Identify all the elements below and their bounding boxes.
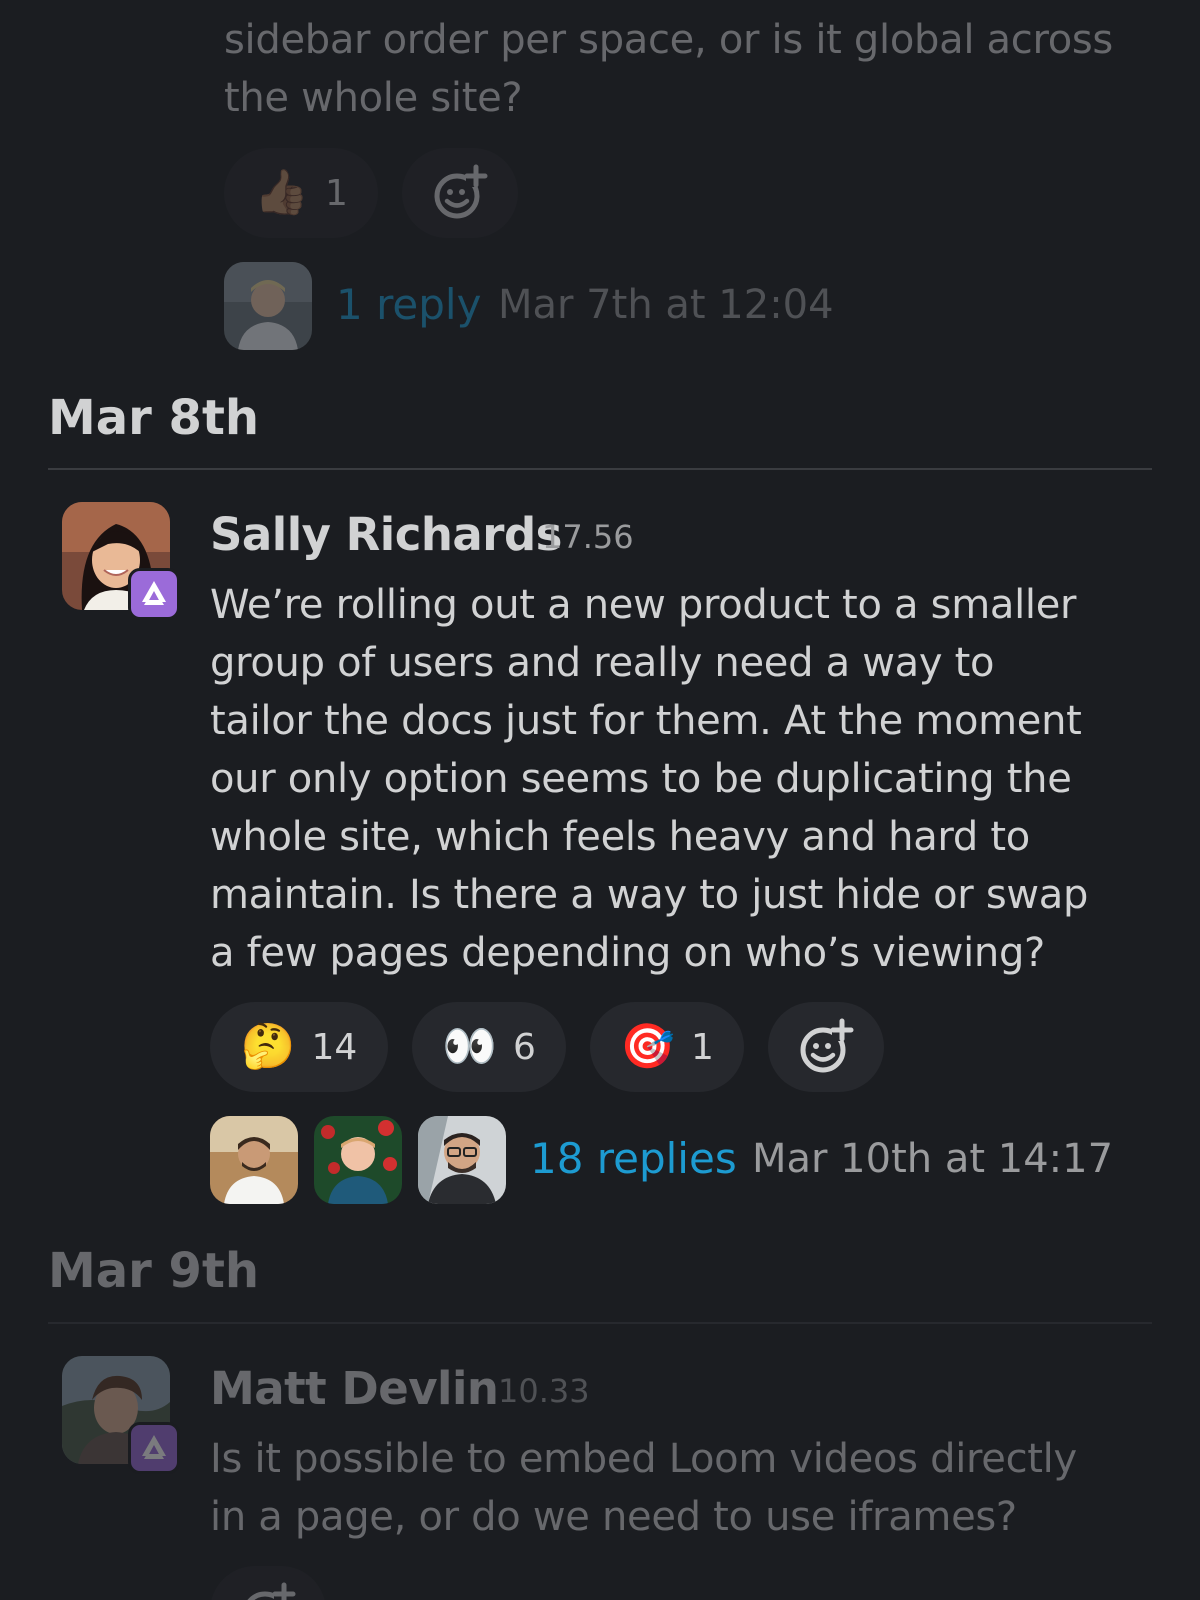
reaction-count: 1 xyxy=(324,172,348,214)
reaction-thinking[interactable]: 🤔 14 xyxy=(210,1002,388,1092)
last-reply-time: Mar 10th at 14:17 xyxy=(752,1136,1114,1182)
message-text-line: whole site, which feels heavy and hard t… xyxy=(210,814,1030,860)
add-reaction-icon xyxy=(800,1018,854,1073)
thread-replies-link[interactable]: 18 replies xyxy=(530,1134,737,1183)
message-timestamp[interactable]: 10.33 xyxy=(498,1372,590,1410)
add-reaction-button[interactable] xyxy=(402,148,518,238)
app-badge-icon xyxy=(128,568,180,620)
message-text-line: maintain. Is there a way to just hide or… xyxy=(210,872,1089,918)
reaction-thumbs-up[interactable]: 👍🏽 1 xyxy=(224,148,378,238)
message-author[interactable]: Sally Richards xyxy=(210,508,562,561)
replier-avatar[interactable] xyxy=(418,1116,506,1204)
reaction-emoji: 👀 xyxy=(442,1021,497,1072)
reaction-emoji: 🎯 xyxy=(620,1021,675,1072)
message-text-line: We’re rolling out a new product to a sma… xyxy=(210,582,1077,628)
message-text-line: Is it possible to embed Loom videos dire… xyxy=(210,1436,1077,1482)
reaction-emoji: 👍🏽 xyxy=(254,167,309,218)
replier-avatar[interactable] xyxy=(224,262,312,350)
add-reaction-button[interactable] xyxy=(210,1566,326,1600)
message-text-line: a few pages depending on who’s viewing? xyxy=(210,930,1045,976)
replier-avatar[interactable] xyxy=(314,1116,402,1204)
reaction-bullseye[interactable]: 🎯 1 xyxy=(590,1002,744,1092)
replier-avatar[interactable] xyxy=(210,1116,298,1204)
reaction-eyes[interactable]: 👀 6 xyxy=(412,1002,566,1092)
date-divider xyxy=(48,1322,1152,1324)
add-reaction-icon xyxy=(247,1582,296,1600)
thread-replies-link[interactable]: 1 reply xyxy=(336,280,481,329)
add-reaction-button[interactable] xyxy=(768,1002,884,1092)
last-reply-time: Mar 7th at 12:04 xyxy=(498,282,834,328)
message-text-line: sidebar order per space, or is it global… xyxy=(224,17,1113,63)
message-text-line: group of users and really need a way to xyxy=(210,640,995,686)
message-text-line: our only option seems to be duplicating … xyxy=(210,756,1072,802)
app-badge-icon xyxy=(128,1422,180,1474)
add-reaction-icon xyxy=(434,164,488,219)
date-divider xyxy=(48,468,1152,470)
message-timestamp[interactable]: 17.56 xyxy=(542,518,634,556)
message-text-line: in a page, or do we need to use iframes? xyxy=(210,1494,1017,1540)
reaction-count: 6 xyxy=(512,1026,536,1068)
message-text-line: the whole site? xyxy=(224,75,523,121)
message-author[interactable]: Matt Devlin xyxy=(210,1362,499,1415)
reaction-count: 14 xyxy=(311,1026,358,1068)
date-separator-label: Mar 9th xyxy=(48,1243,260,1299)
reaction-emoji: 🤔 xyxy=(240,1021,296,1072)
message-text-line: tailor the docs just for them. At the mo… xyxy=(210,698,1082,744)
reaction-count: 1 xyxy=(690,1026,714,1068)
date-separator-label: Mar 8th xyxy=(48,390,260,446)
